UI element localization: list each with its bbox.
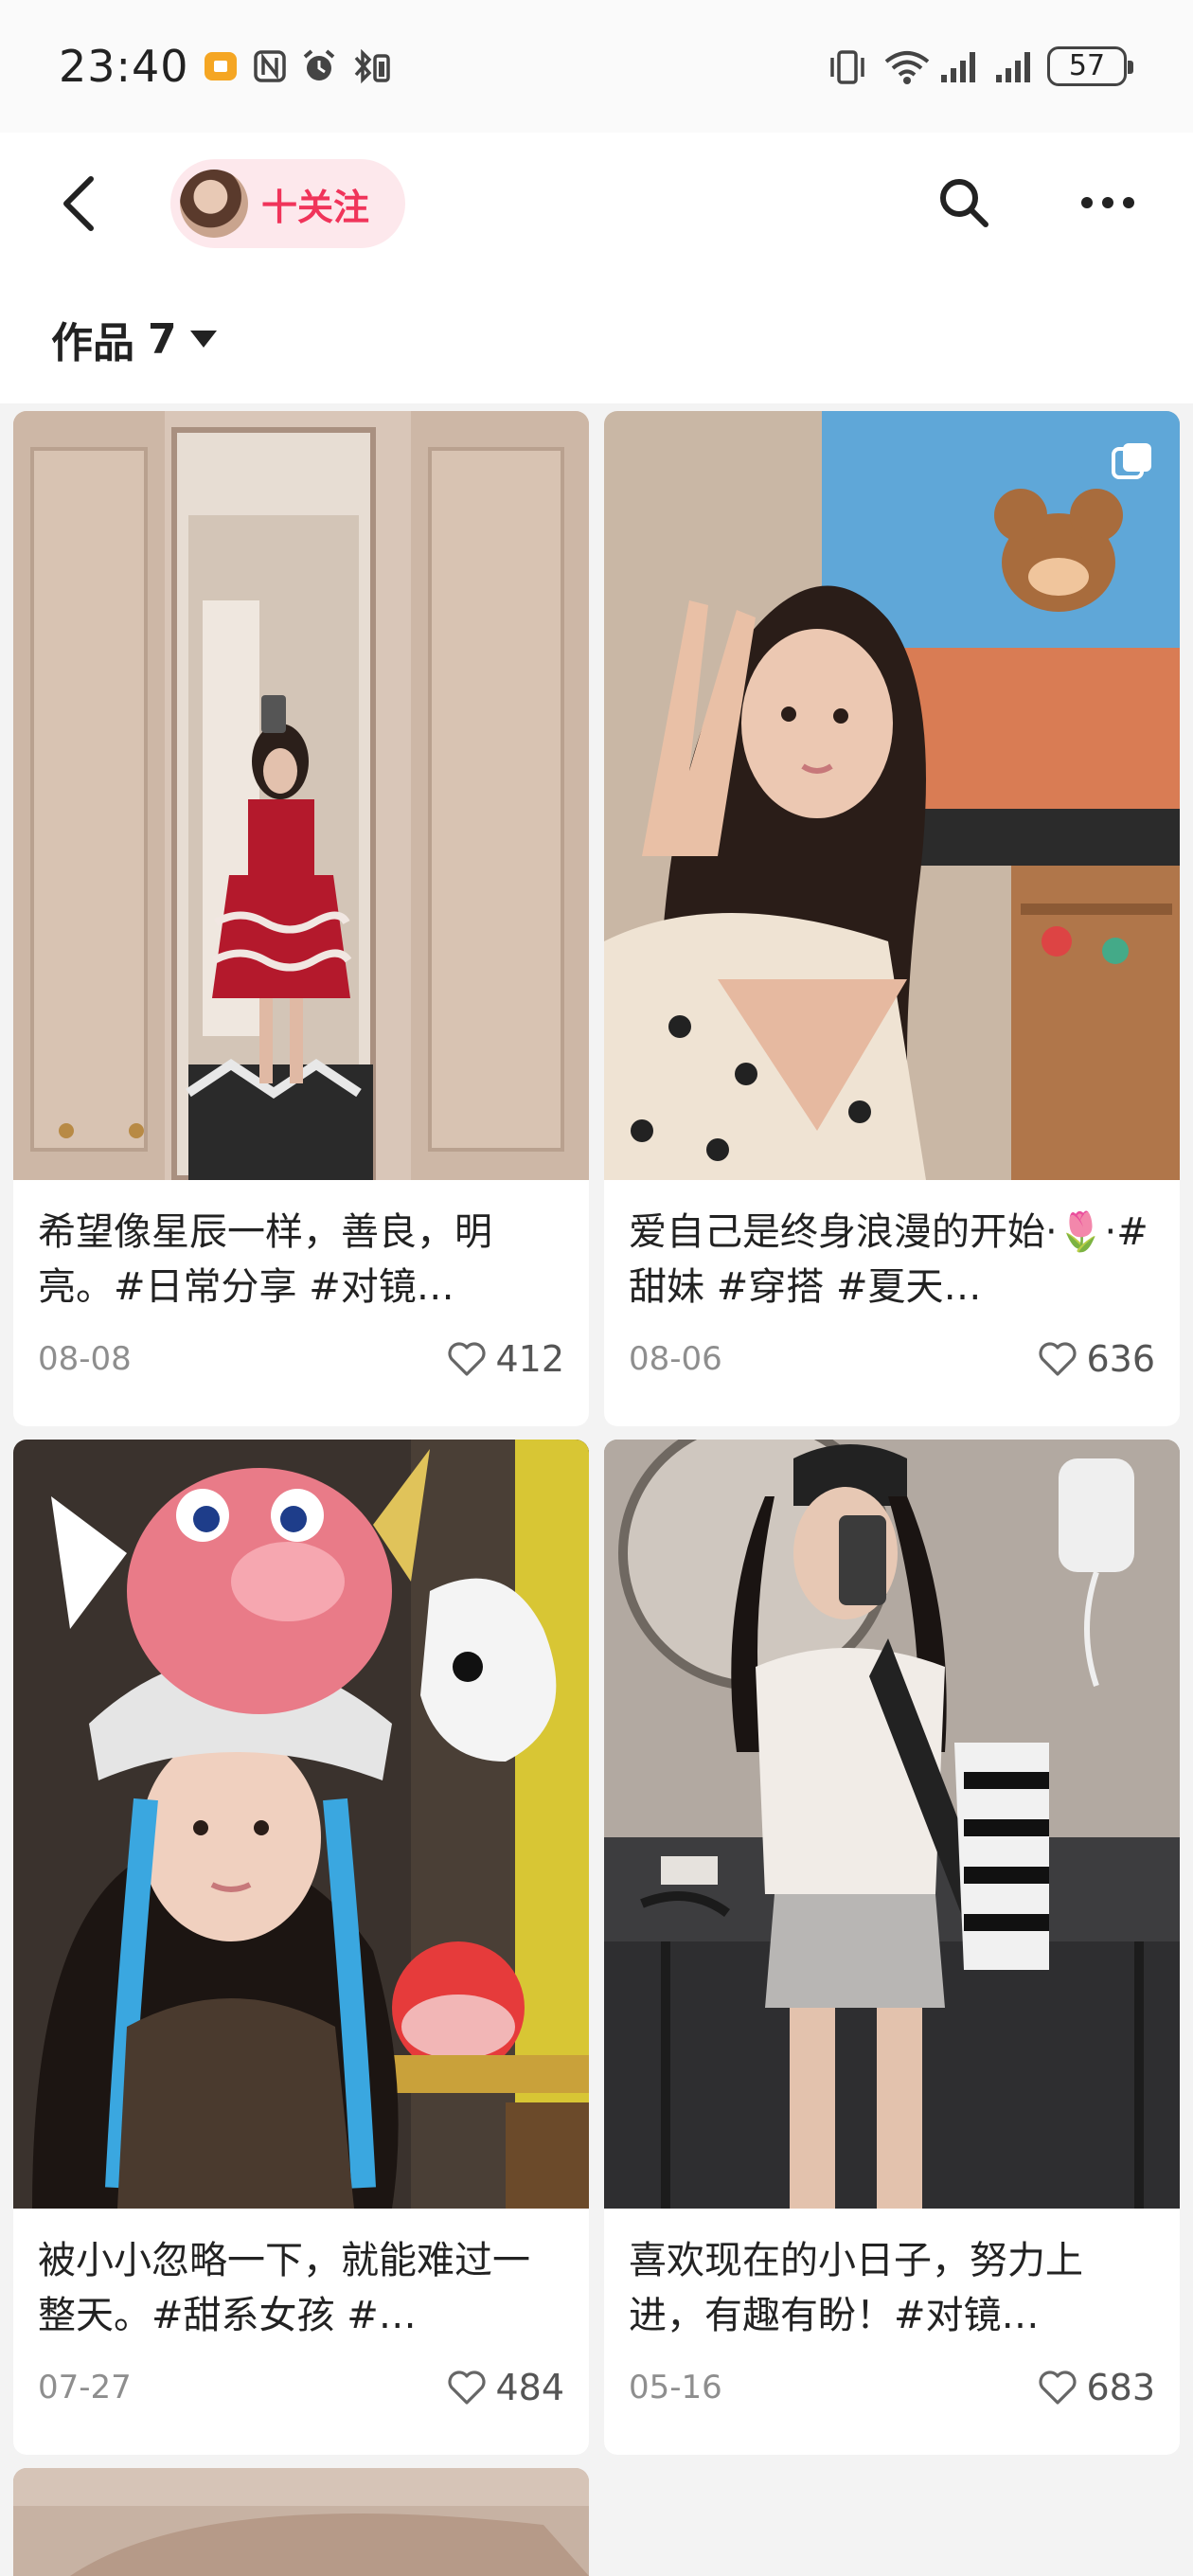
post-card[interactable]: 喜欢现在的小日子，努力上进，有趣有盼！#对镜… 05-16 683 [604,1440,1180,2455]
post-info: 喜欢现在的小日子，努力上进，有趣有盼！#对镜… 05-16 683 [604,2209,1180,2443]
search-icon [940,179,988,227]
heart-icon [1039,2370,1077,2405]
post-image[interactable] [604,1440,1180,2209]
works-filter[interactable]: 作品 7 [0,275,1193,403]
post-card[interactable]: 希望像星辰一样，善良，明亮。#日常分享 #对镜… 08-08 412 [13,411,589,1426]
like-button[interactable]: 412 [446,1338,564,1380]
plush-hat-selfie-photo [13,1440,589,2209]
like-count: 412 [495,1338,564,1380]
more-icon-dot [1102,197,1113,208]
avatar[interactable] [180,170,248,238]
alarm-icon [301,48,337,84]
bluetooth-icon [350,48,390,84]
status-right: 57 [828,46,1133,86]
signal-icon [937,48,975,84]
post-title: 爱自己是终身浪漫的开始·🌷·#甜妹 #穿搭 #夏天… [629,1210,1148,1309]
vibrate-icon [828,48,864,84]
post-title: 被小小忽略一下，就能难过一整天。#甜系女孩 #… [38,2239,530,2337]
follow-label: 十关注 [261,186,370,228]
back-button[interactable] [45,169,112,239]
post-meta: 08-08 412 [38,1335,564,1383]
post-info: 被小小忽略一下，就能难过一整天。#甜系女孩 #… 07-27 484 [13,2209,589,2443]
status-bar: 23:40 57 [0,0,1193,133]
like-count: 636 [1086,1338,1155,1380]
heart-icon [448,2370,486,2405]
post-image[interactable] [13,2468,589,2576]
post-card[interactable] [13,2468,589,2576]
battery-indicator: 57 [1047,46,1133,86]
status-left: 23:40 [59,41,390,92]
signal-icon [992,48,1030,84]
post-image[interactable] [13,411,589,1180]
nfc-icon [252,48,288,84]
more-icon-dot [1123,197,1134,208]
bathroom-selfie-photo [604,1440,1180,2209]
works-count: 7 [148,314,177,364]
notification-dot-icon [203,48,239,84]
post-title: 喜欢现在的小日子，努力上进，有趣有盼！#对镜… [629,2239,1083,2337]
post-image[interactable] [13,1440,589,2209]
like-count: 683 [1086,2367,1155,2408]
more-button[interactable] [1070,167,1146,239]
like-count: 484 [495,2367,564,2408]
post-info: 希望像星辰一样，善良，明亮。#日常分享 #对镜… 08-08 412 [13,1180,589,1415]
wifi-icon [882,48,930,84]
post-date: 05-16 [629,2369,722,2406]
partial-photo [13,2468,589,2576]
post-image[interactable] [604,411,1180,1180]
post-meta: 08-06 636 [629,1335,1155,1383]
clock: 23:40 [59,41,189,92]
post-meta: 05-16 683 [629,2364,1155,2411]
works-label: 作品 [51,319,134,367]
post-title: 希望像星辰一样，善良，明亮。#日常分享 #对镜… [38,1210,492,1309]
heart-icon [448,1342,486,1376]
dropdown-caret-icon [189,331,217,348]
peace-sign-selfie-photo [604,411,1180,1180]
post-card[interactable]: 被小小忽略一下，就能难过一整天。#甜系女孩 #… 07-27 484 [13,1440,589,2455]
more-icon [1081,197,1093,208]
top-nav-bar: 十关注 [0,133,1193,275]
multi-image-icon [1112,443,1151,479]
like-button[interactable]: 484 [446,2367,564,2408]
search-button[interactable] [928,167,1000,239]
heart-icon [1039,1342,1077,1376]
follow-button[interactable]: 十关注 [170,159,405,248]
post-info: 爱自己是终身浪漫的开始·🌷·#甜妹 #穿搭 #夏天… 08-06 636 [604,1180,1180,1415]
post-date: 08-08 [38,1340,132,1378]
like-button[interactable]: 636 [1037,1338,1155,1380]
post-date: 07-27 [38,2369,132,2406]
post-card[interactable]: 爱自己是终身浪漫的开始·🌷·#甜妹 #穿搭 #夏天… 08-06 636 [604,411,1180,1426]
mirror-selfie-photo [13,411,589,1180]
like-button[interactable]: 683 [1037,2367,1155,2408]
post-meta: 07-27 484 [38,2364,564,2411]
back-arrow-icon [63,176,94,231]
post-date: 08-06 [629,1340,722,1378]
